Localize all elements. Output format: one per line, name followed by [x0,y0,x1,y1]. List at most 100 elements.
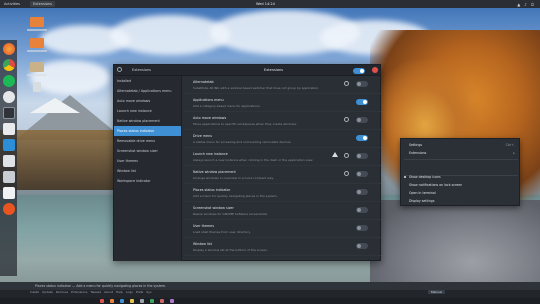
bottom-tab[interactable]: Remove [56,290,68,298]
sidebar-item[interactable]: Auto move windows [114,96,181,106]
ubuntu-icon[interactable] [2,203,15,215]
app-icon[interactable] [110,299,114,303]
menu-item-label: Open in terminal [409,191,436,195]
extension-title: Applications menu [193,98,224,102]
app-icon[interactable] [170,299,174,303]
app-icon[interactable] [160,299,164,303]
close-button[interactable] [372,67,378,73]
extension-toggle[interactable] [356,207,368,213]
chrome-icon[interactable] [2,59,15,71]
bottom-tab[interactable]: Update [42,290,53,298]
menu-item[interactable]: Show desktop icons [409,175,517,183]
desktop-icon-label [27,50,47,52]
sidebar-item[interactable]: Screenshot window sizer [114,146,181,156]
sidebar-item[interactable]: Native window placement [114,116,181,126]
window-title: Extensions [264,68,284,72]
bottom-tab[interactable]: Tweaks [90,290,101,298]
grid-icon[interactable] [2,171,15,183]
menu-item[interactable]: Settings Ctrl+, [409,143,517,151]
document-icon[interactable] [2,155,15,167]
sidebar-item[interactable]: Installed [114,76,181,86]
menu-item[interactable]: Show notifications on lock screen [409,183,517,191]
master-toggle[interactable] [353,68,365,74]
menu-item[interactable]: Extensions ▸ [409,151,517,159]
menu-item-shortcut: Ctrl+, [505,143,515,147]
gear-icon[interactable] [344,81,349,86]
menu-item-label: Settings [409,143,423,147]
software-icon[interactable] [2,123,15,135]
network-icon: ▲ [517,1,521,7]
tray-row [0,298,540,304]
bottom-tab[interactable]: Sys [146,290,151,298]
volume-icon: ♪ [524,1,527,7]
extension-description: Load shell themes from user directory. [193,230,251,234]
tab-row: Install Update Remove Extensions Tweaks About… [0,290,540,298]
bottom-tab[interactable]: Extensions [71,290,87,298]
file-icon[interactable] [33,82,41,92]
vscode-icon[interactable] [2,139,15,151]
gear-icon[interactable] [344,117,349,122]
sidebar-item[interactable]: Places status indicator [114,126,181,136]
spotify-icon[interactable] [2,75,15,87]
menu-item[interactable] [409,167,517,175]
app-icon[interactable] [100,299,104,303]
menu-item[interactable]: Open in terminal [409,191,517,199]
extension-toggle[interactable] [356,117,368,123]
firefox-icon[interactable] [2,43,15,55]
bottom-tab[interactable]: Prefs [136,290,143,298]
extension-toggle[interactable] [356,189,368,195]
extension-row: Launch new instance Always launch a new i… [183,148,381,166]
extension-description: Arrange windows in overview in a more co… [193,176,274,180]
extension-toggle[interactable] [356,99,368,105]
extension-row: User themes Load shell themes from user d… [183,220,381,238]
extension-title: Screenshot window sizer [193,206,234,210]
clock[interactable]: Wed 14:24 [256,2,275,6]
search-icon[interactable] [117,67,122,72]
file-icon[interactable] [30,62,44,72]
extension-row: Applications menu Add a category-based me… [183,94,381,112]
folder-icon[interactable] [30,17,44,27]
extension-title: Window list [193,242,212,246]
app-menu-button[interactable]: Extensions [29,1,55,7]
power-icon: ⏻ [530,1,534,7]
extension-toggle[interactable] [356,225,368,231]
bottom-tab[interactable]: Logs [126,290,133,298]
bottom-tab[interactable]: Install [30,290,39,298]
app-icon[interactable] [130,299,134,303]
app-icon[interactable] [120,299,124,303]
manual-button[interactable]: Manual [428,290,445,294]
extension-description: Always launch a new instance when clicki… [193,158,314,162]
window-titlebar[interactable]: Extensions Extensions [114,65,380,76]
sidebar-item[interactable]: Window list [114,166,181,176]
menu-item-label: Show notifications on lock screen [409,183,463,187]
terminal-icon[interactable] [2,107,15,119]
app-icon[interactable] [150,299,154,303]
gear-icon[interactable] [344,153,349,158]
bottom-tab[interactable]: About [104,290,113,298]
file-icon[interactable] [2,187,15,199]
menu-item[interactable]: Display settings [409,199,517,207]
sidebar-item[interactable]: User themes [114,156,181,166]
folder-icon[interactable] [30,38,44,48]
extension-list: Alternatetab Substitute Alt-Tab with a wi… [183,76,381,261]
sidebar-item[interactable]: Removable drive menu [114,136,181,146]
activities-button[interactable]: Activities [4,2,20,6]
sidebar-item[interactable]: Alternatetab / Applications menu [114,86,181,96]
extension-toggle[interactable] [356,243,368,249]
sidebar-item[interactable]: Workspace indicator [114,176,181,186]
app-icon[interactable] [140,299,144,303]
gear-icon[interactable] [344,171,349,176]
extension-description: Add a category-based menu for applicatio… [193,104,261,108]
bottom-tab[interactable]: Help [116,290,123,298]
app-icon[interactable] [2,91,15,103]
extension-toggle[interactable] [356,171,368,177]
extension-toggle[interactable] [356,135,368,141]
extension-description: A status menu for accessing and unmounti… [193,140,292,144]
system-tray[interactable]: ▲ ♪ ⏻ [517,2,534,7]
menu-item[interactable] [409,159,517,167]
extension-toggle[interactable] [356,81,368,87]
extension-toggle[interactable] [356,153,368,159]
extension-description: Resize windows for GNOME Software screen… [193,212,269,216]
sidebar-item[interactable]: Launch new instance [114,106,181,116]
extensions-window: Extensions Extensions Installed Alternate… [113,64,381,261]
